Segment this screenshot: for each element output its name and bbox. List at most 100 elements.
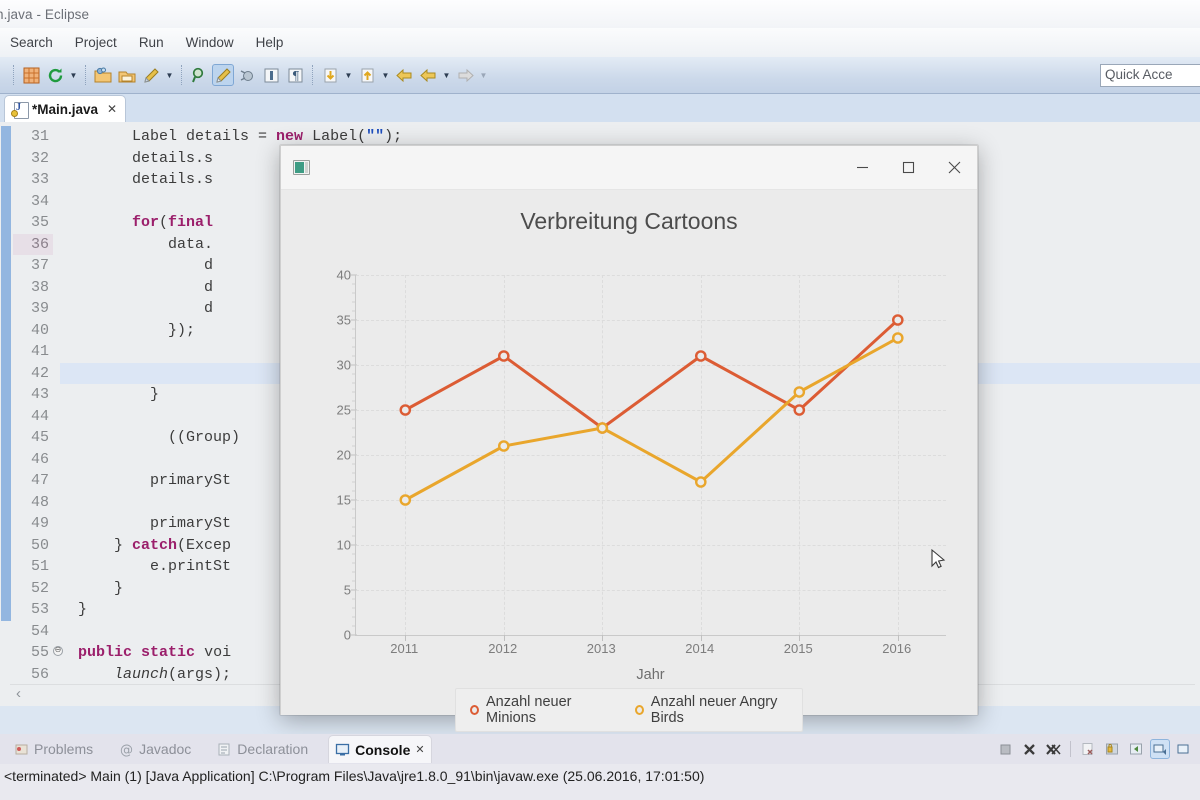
y-axis-tick-label: 5 — [343, 582, 351, 598]
forward-dropdown-icon[interactable]: ▼ — [477, 64, 490, 86]
data-point-marker[interactable] — [793, 386, 806, 398]
tab-console[interactable]: Console ✕ — [328, 735, 432, 763]
forward-icon[interactable] — [454, 64, 476, 86]
data-point-marker[interactable] — [694, 350, 707, 362]
remove-all-terminated-icon[interactable] — [1043, 739, 1063, 759]
next-annotation-icon[interactable] — [319, 64, 341, 86]
y-axis-tick-label: 35 — [336, 312, 351, 328]
previous-annotation-dropdown-icon[interactable]: ▼ — [379, 64, 392, 86]
line-number: 53 — [30, 601, 49, 618]
legend-label: Anzahl neuer Minions — [486, 694, 572, 726]
data-point-marker[interactable] — [793, 404, 806, 416]
window-title-text: n.java - Eclipse — [0, 6, 90, 22]
open-type-icon[interactable] — [92, 64, 114, 86]
tab-declaration[interactable]: Declaration — [211, 735, 314, 763]
javafx-app-icon — [293, 160, 310, 175]
display-selected-console-icon[interactable] — [1150, 739, 1170, 759]
x-axis-tick-label: 2013 — [586, 641, 616, 656]
javafx-chart-window[interactable]: Verbreitung Cartoons 0 5 10 15 20 25 30 35 40 20… — [280, 145, 978, 732]
menu-window[interactable]: Window — [186, 35, 234, 50]
remove-launch-icon[interactable] — [1019, 739, 1039, 759]
next-annotation-dropdown-icon[interactable]: ▼ — [342, 64, 355, 86]
refresh-dropdown-icon[interactable]: ▼ — [67, 64, 80, 86]
tab-label: Javadoc — [139, 741, 192, 757]
data-point-marker[interactable] — [399, 494, 412, 506]
new-wizard-icon[interactable] — [20, 64, 42, 86]
line-number: 54 — [30, 622, 49, 640]
terminate-icon[interactable] — [995, 739, 1015, 759]
build-icon[interactable] — [212, 64, 234, 86]
back-icon[interactable] — [417, 64, 439, 86]
legend-marker-icon — [634, 705, 644, 715]
menu-project[interactable]: Project — [75, 35, 117, 50]
show-whitespace-icon[interactable]: ¶ — [284, 64, 306, 86]
legend-item-minions[interactable]: Anzahl neuer Minions — [470, 694, 603, 726]
menu-help[interactable]: Help — [256, 35, 284, 50]
legend-marker-icon — [470, 705, 480, 715]
javafx-title-bar[interactable] — [281, 146, 977, 190]
editor-tab-main-java[interactable]: *Main.java ✕ — [4, 95, 127, 122]
legend-item-angry-birds[interactable]: Anzahl neuer Angry Birds — [634, 694, 788, 726]
run-external-dropdown-icon[interactable]: ▼ — [163, 64, 176, 86]
toolbar-group-nav: ▼ ▼ ▼ ▼ — [318, 62, 490, 88]
line-number: 38 — [30, 278, 49, 296]
x-axis-tick-label: 2015 — [783, 641, 813, 656]
chart-title: Verbreitung Cartoons — [520, 208, 738, 234]
data-point-marker[interactable] — [399, 404, 412, 416]
data-point-marker[interactable] — [892, 332, 904, 344]
data-point-marker[interactable] — [596, 422, 609, 434]
menu-run[interactable]: Run — [139, 35, 164, 50]
data-point-marker[interactable] — [497, 350, 510, 362]
javadoc-icon: @ — [120, 743, 133, 758]
marker-gutter[interactable] — [0, 122, 13, 706]
toggle-block-selection-icon[interactable] — [260, 64, 282, 86]
close-button[interactable] — [931, 146, 977, 190]
minimize-button[interactable] — [839, 146, 885, 190]
toolbar-separator-2 — [85, 65, 86, 85]
run-external-tools-icon[interactable] — [140, 64, 162, 86]
close-icon[interactable]: ✕ — [107, 102, 117, 116]
eclipse-application-window: n.java - Eclipse Search Project Run Wind… — [0, 0, 1200, 800]
x-axis-title: Jahr — [636, 667, 665, 683]
back-dropdown-icon[interactable]: ▼ — [440, 64, 453, 86]
scroll-lock-icon[interactable] — [1102, 739, 1122, 759]
chart-container: Verbreitung Cartoons 0 5 10 15 20 25 30 35 40 20… — [281, 190, 977, 732]
quick-access-input[interactable]: Quick Acce — [1100, 64, 1200, 87]
y-axis-labels: 0 5 10 15 20 25 30 35 40 — [321, 268, 351, 643]
tab-problems[interactable]: Problems — [8, 735, 99, 763]
tab-label: Console — [355, 741, 411, 758]
clear-console-icon[interactable] — [1078, 739, 1098, 759]
toolbar-group-new: ▼ — [19, 62, 80, 88]
console-output-line: <terminated> Main (1) [Java Application]… — [4, 768, 705, 784]
menu-search[interactable]: Search — [10, 35, 53, 50]
data-point-marker[interactable] — [892, 314, 904, 326]
save-icon[interactable] — [116, 64, 138, 86]
tab-javadoc[interactable]: @ Javadoc — [113, 735, 197, 763]
data-point-marker[interactable] — [694, 476, 707, 488]
last-edit-location-icon[interactable] — [393, 64, 415, 86]
data-point-marker[interactable] — [497, 440, 510, 452]
y-axis-tick-label: 0 — [343, 627, 351, 643]
bottom-panel: Problems @ Javadoc Declaration Console ✕ — [0, 734, 1200, 800]
line-number: 46 — [30, 450, 49, 468]
maximize-button[interactable] — [885, 146, 931, 190]
open-console-icon[interactable] — [1174, 739, 1194, 759]
line-number: 48 — [30, 493, 49, 511]
line-number: 56 — [30, 665, 49, 683]
line-number: 33 — [30, 171, 49, 188]
close-icon[interactable]: ✕ — [415, 743, 424, 756]
pin-console-icon[interactable] — [1126, 739, 1146, 759]
toolbar-separator-4 — [312, 65, 313, 85]
debug-icon[interactable] — [236, 64, 258, 86]
refresh-icon[interactable] — [44, 64, 66, 86]
line-number: 31 — [30, 128, 49, 145]
x-axis-line — [355, 635, 946, 636]
y-axis-tick-label: 25 — [336, 402, 351, 418]
x-axis-tick-label: 2016 — [882, 641, 912, 656]
chevron-left-icon[interactable]: ‹ — [16, 685, 21, 702]
y-axis-tick-label: 40 — [336, 267, 351, 283]
series-line — [404, 336, 899, 502]
editor-tab-label: *Main.java — [32, 101, 99, 117]
search-icon[interactable] — [188, 64, 210, 86]
previous-annotation-icon[interactable] — [356, 64, 378, 86]
